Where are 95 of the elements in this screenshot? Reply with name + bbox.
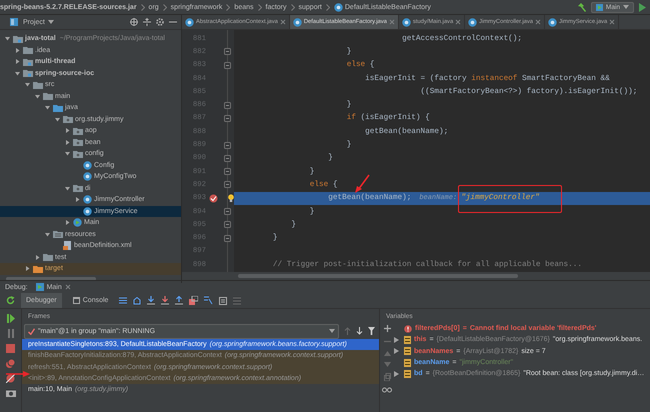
- expand-arrow-icon[interactable]: [65, 128, 70, 134]
- settings-icon[interactable]: [156, 18, 164, 26]
- class-icon: [185, 18, 194, 26]
- collapse-arrow-icon[interactable]: [55, 116, 60, 122]
- glasses-icon[interactable]: [382, 387, 392, 393]
- collapse-arrow-icon[interactable]: [65, 186, 70, 191]
- package-icon: [73, 150, 83, 158]
- close-icon[interactable]: [280, 19, 286, 25]
- class-icon: [334, 2, 343, 12]
- step-into-icon[interactable]: [161, 296, 170, 305]
- fold-icon[interactable]: [224, 142, 230, 149]
- collapse-arrow-icon[interactable]: [5, 36, 10, 42]
- chevron-icon: [140, 4, 145, 10]
- field-icon: [404, 347, 411, 356]
- mute-breakpoints-icon[interactable]: [6, 374, 15, 383]
- caret-icon: [48, 20, 54, 24]
- expand-arrow-icon[interactable]: [65, 140, 70, 145]
- collapse-arrow-icon[interactable]: [35, 94, 40, 99]
- app-icon: [36, 283, 44, 291]
- fold-icon[interactable]: [224, 168, 230, 176]
- chevron-icon: [162, 4, 167, 10]
- filter-icon[interactable]: [368, 327, 375, 335]
- class-icon: [468, 18, 478, 26]
- expand-arrow-icon[interactable]: [65, 220, 70, 226]
- chevron-icon: [290, 4, 295, 10]
- expand-arrow-icon[interactable]: [25, 266, 30, 272]
- expand-arrow-icon[interactable]: [75, 197, 80, 202]
- collapse-arrow-icon[interactable]: [15, 70, 20, 76]
- chevron-icon: [226, 4, 230, 10]
- list-icon[interactable]: [119, 297, 128, 304]
- pause-icon[interactable]: [6, 329, 14, 338]
- step-over-icon[interactable]: [147, 296, 156, 305]
- expand-arrow-icon[interactable]: [394, 370, 399, 377]
- fold-icon[interactable]: [224, 234, 230, 242]
- lightbulb-icon[interactable]: [228, 194, 234, 203]
- fold-icon[interactable]: [224, 102, 230, 109]
- add-icon[interactable]: [384, 325, 390, 332]
- chevron-icon: [326, 4, 330, 10]
- resume-icon[interactable]: [6, 314, 14, 323]
- expand-arrow-icon[interactable]: [394, 348, 399, 354]
- file-icon: [63, 241, 72, 250]
- fold-icon[interactable]: [224, 62, 230, 69]
- check-icon: [28, 328, 35, 334]
- package-icon: [73, 184, 83, 192]
- package-icon: [73, 126, 83, 135]
- fold-icon[interactable]: [224, 114, 230, 122]
- step-out-icon[interactable]: [175, 296, 184, 305]
- camera-icon[interactable]: [6, 389, 16, 397]
- class-icon: [402, 18, 411, 26]
- drop-frame-icon[interactable]: [189, 296, 198, 305]
- crosshair-icon[interactable]: [130, 18, 138, 26]
- caret-icon: [623, 5, 629, 9]
- fold-icon[interactable]: [224, 181, 230, 188]
- fold-icon[interactable]: [224, 208, 230, 215]
- collapse-all-icon[interactable]: [143, 18, 151, 26]
- breakpoints-icon[interactable]: [6, 359, 15, 368]
- class-icon: [292, 18, 302, 26]
- folder-icon: [23, 69, 33, 78]
- close-icon[interactable]: [455, 19, 462, 25]
- folder-icon: [23, 46, 33, 54]
- folder-icon: [13, 34, 23, 43]
- console-icon: [72, 297, 80, 304]
- expand-arrow-icon[interactable]: [15, 48, 20, 53]
- close-icon[interactable]: [64, 284, 71, 290]
- collapse-arrow-icon[interactable]: [65, 151, 70, 156]
- folder-icon: [53, 230, 63, 238]
- fold-icon[interactable]: [224, 154, 230, 162]
- class-icon: [73, 218, 82, 228]
- close-icon[interactable]: [609, 19, 616, 25]
- rerun-icon[interactable]: [6, 296, 15, 305]
- folder-icon: [23, 58, 33, 66]
- error-icon: [404, 324, 412, 333]
- down-arrow-icon[interactable]: [356, 327, 363, 335]
- collapse-arrow-icon[interactable]: [45, 232, 50, 237]
- field-icon: [404, 370, 411, 378]
- expand-arrow-icon[interactable]: [15, 59, 20, 64]
- package-icon: [63, 115, 73, 124]
- hammer-icon[interactable]: [576, 2, 586, 12]
- project-view-icon: [10, 18, 18, 26]
- field-icon: [404, 358, 411, 367]
- expand-arrow-icon[interactable]: [35, 254, 40, 260]
- package-icon: [73, 138, 83, 146]
- app-icon: [596, 4, 603, 10]
- field-icon: [404, 336, 411, 344]
- chevron-icon: [258, 4, 262, 10]
- collapse-arrow-icon[interactable]: [25, 82, 30, 88]
- close-icon[interactable]: [534, 19, 541, 25]
- breakpoint-icon[interactable]: [208, 194, 218, 203]
- class-icon: [548, 18, 557, 26]
- expand-arrow-icon[interactable]: [394, 336, 399, 343]
- fold-icon[interactable]: [224, 48, 230, 56]
- collapse-arrow-icon[interactable]: [45, 105, 50, 110]
- fold-icon[interactable]: [224, 221, 230, 228]
- caret-icon: [329, 329, 335, 333]
- run-icon[interactable]: [639, 2, 646, 12]
